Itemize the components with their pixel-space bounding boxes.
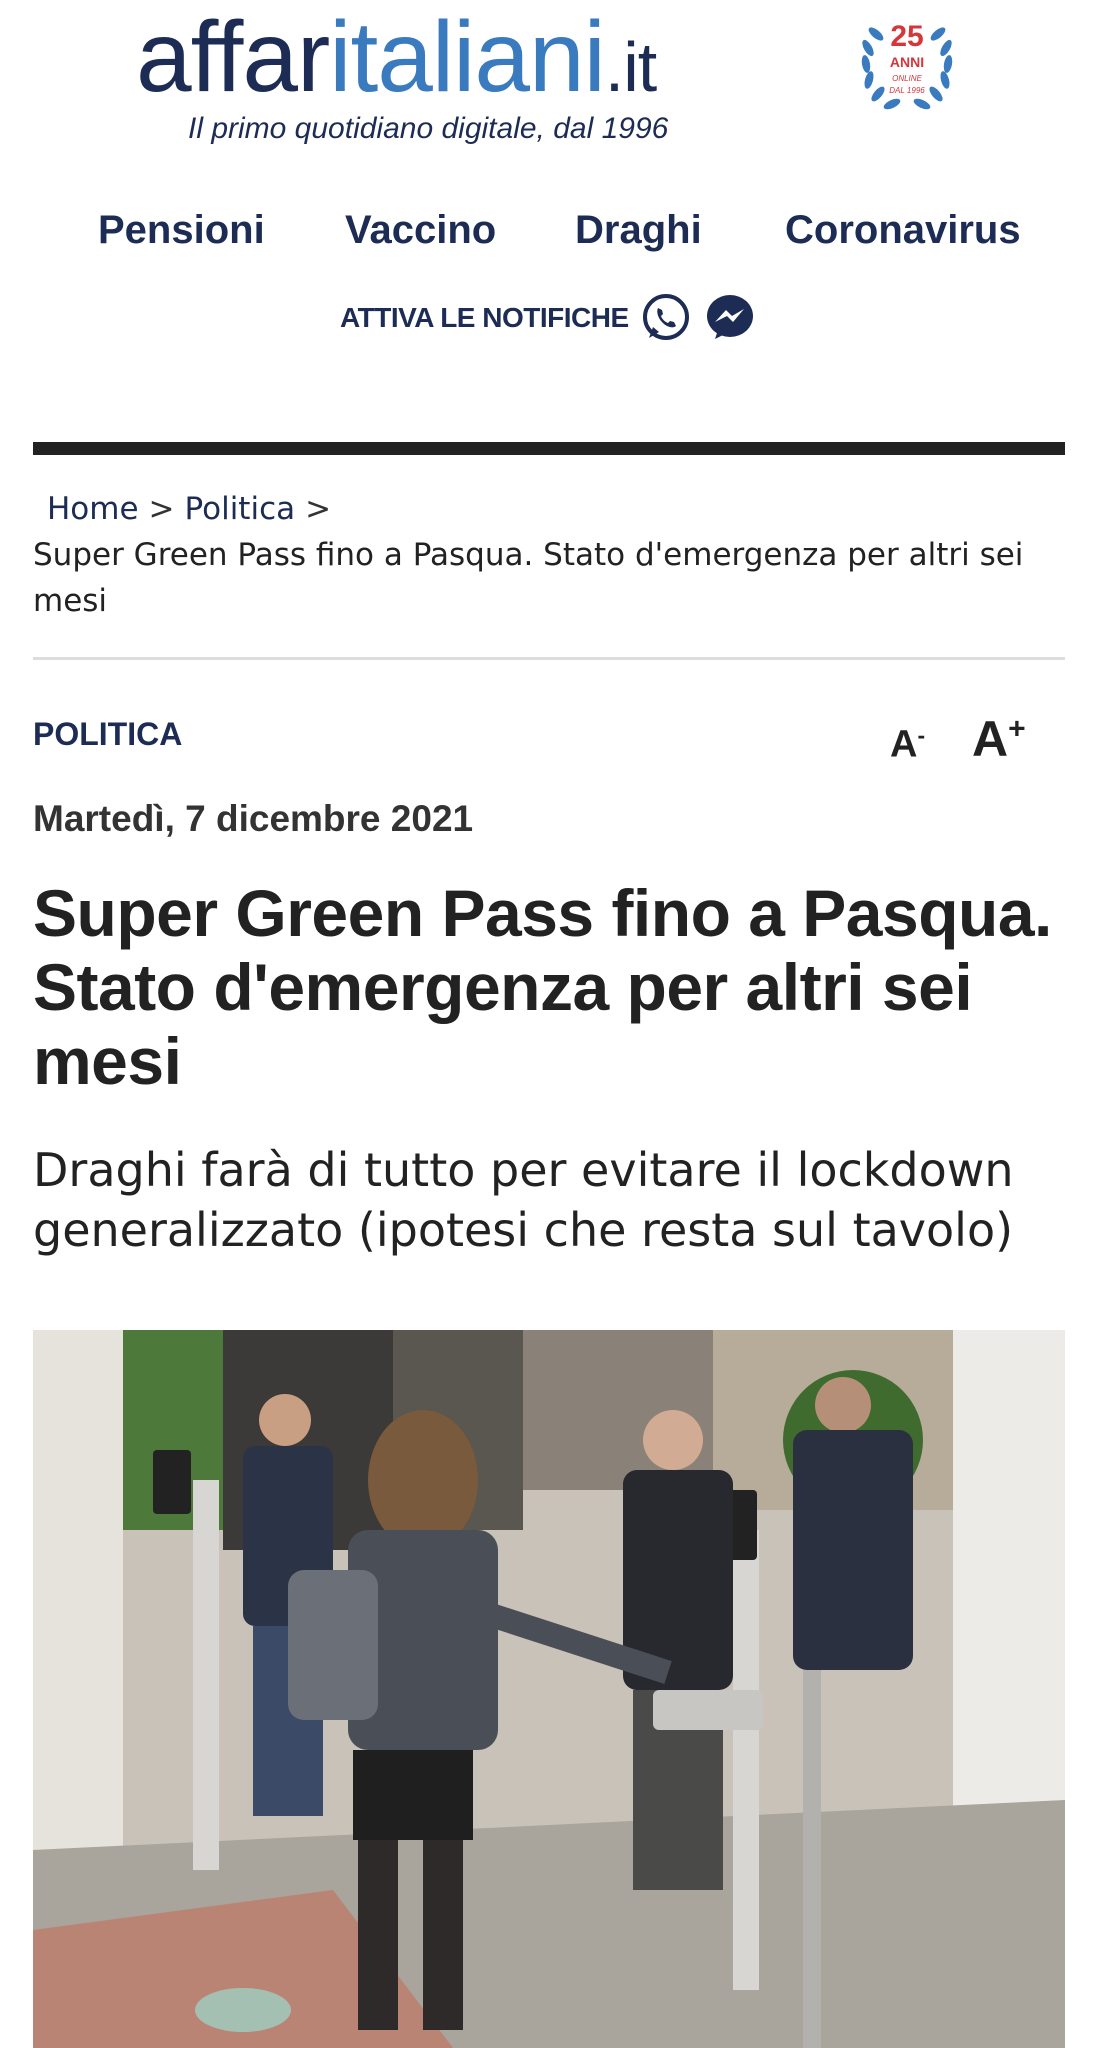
breadcrumb: Home > Politica > Super Green Pass fino a P… xyxy=(33,486,1065,624)
nav-item-draghi[interactable]: Draghi xyxy=(575,208,702,253)
breadcrumb-links: Home > Politica > xyxy=(33,486,1065,532)
header-divider xyxy=(33,442,1065,455)
badge-word: ANNI xyxy=(889,54,925,70)
article-date: Martedì, 7 dicembre 2021 xyxy=(33,798,474,839)
breadcrumb-home[interactable]: Home xyxy=(47,491,139,527)
font-decrease-button[interactable]: A- xyxy=(890,722,925,767)
font-increase-button[interactable]: A+ xyxy=(972,710,1026,768)
notifications-label[interactable]: ATTIVA LE NOTIFICHE xyxy=(340,302,629,334)
photo-illustration xyxy=(33,1330,1065,2048)
site-header: affaritaliani.it Il primo quotidiano dig… xyxy=(0,0,1098,160)
logo-part-italiani: italiani xyxy=(329,1,605,113)
breadcrumb-divider xyxy=(33,657,1065,660)
logo-tagline: Il primo quotidiano digitale, dal 1996 xyxy=(188,112,669,145)
site-logo[interactable]: affaritaliani.it xyxy=(136,1,657,122)
whatsapp-icon[interactable] xyxy=(639,291,693,345)
nav-item-coronavirus[interactable]: Coronavirus xyxy=(785,208,1021,253)
main-nav: Pensioni Vaccino Draghi Coronavirus xyxy=(0,208,1098,268)
font-decrease-sign: - xyxy=(917,722,926,748)
notifications-bar: ATTIVA LE NOTIFICHE xyxy=(340,290,757,346)
font-increase-letter: A xyxy=(972,711,1009,767)
nav-item-vaccino[interactable]: Vaccino xyxy=(345,208,496,253)
article-subtitle: Draghi farà di tutto per evitare il lock… xyxy=(33,1143,1014,1257)
badge-number: 25 xyxy=(890,20,924,53)
article-page: affaritaliani.it Il primo quotidiano dig… xyxy=(0,0,1098,2048)
anniversary-badge: 25 ANNI ONLINE DAL 1996 xyxy=(852,14,962,114)
breadcrumb-separator: > xyxy=(148,491,175,527)
article-photo[interactable] xyxy=(33,1330,1065,2048)
messenger-icon[interactable] xyxy=(703,291,757,345)
font-increase-sign: + xyxy=(1008,712,1026,746)
article-category[interactable]: POLITICA xyxy=(33,716,182,753)
article-title: Super Green Pass fino a Pasqua. Stato d'… xyxy=(33,876,1052,1098)
badge-line-1: ONLINE xyxy=(892,74,922,83)
logo-part-it: .it xyxy=(604,28,657,106)
breadcrumb-politica[interactable]: Politica xyxy=(185,491,296,527)
breadcrumb-current: Super Green Pass fino a Pasqua. Stato d'… xyxy=(33,537,1024,619)
badge-line-2: DAL 1996 xyxy=(889,86,925,95)
font-decrease-letter: A xyxy=(890,723,918,766)
logo-part-affar: affar xyxy=(136,1,330,113)
breadcrumb-separator: > xyxy=(305,491,332,527)
nav-item-pensioni[interactable]: Pensioni xyxy=(98,208,265,253)
